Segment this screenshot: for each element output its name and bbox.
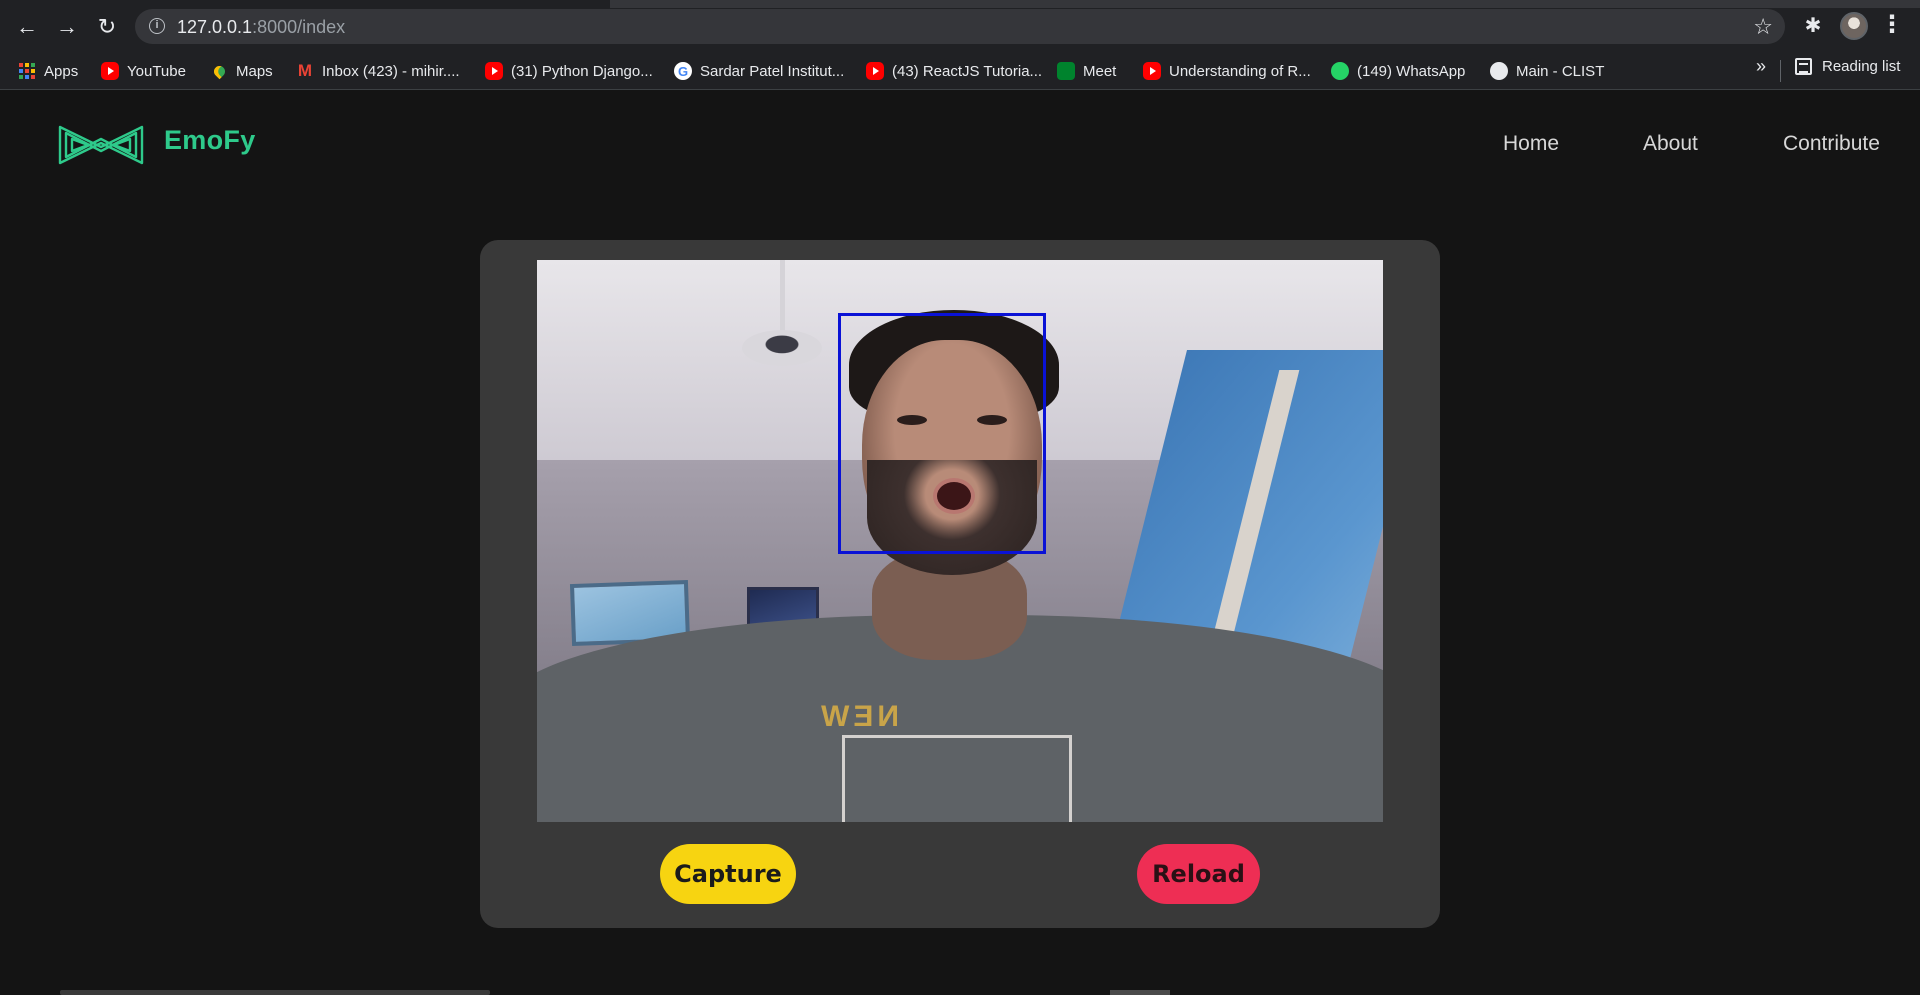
browser-toolbar: ← → ↻ i 127.0.0.1:8000/index ☆ ✱ ⋮: [0, 0, 1920, 52]
maps-pin-icon: [210, 62, 228, 80]
brand-name[interactable]: EmoFy: [164, 125, 256, 156]
bookmark-label: Apps: [44, 62, 79, 80]
address-bar[interactable]: i 127.0.0.1:8000/index ☆: [135, 9, 1785, 44]
reading-list-button[interactable]: Reading list: [1795, 58, 1900, 75]
horizontal-scrollbar[interactable]: [60, 990, 490, 995]
bookmark-star-icon[interactable]: ☆: [1753, 14, 1773, 40]
site-info-icon[interactable]: i: [149, 18, 165, 34]
page: EmoFy Home About Contribute NEW Capture: [0, 90, 1920, 995]
bookmark-label: Maps: [236, 62, 273, 80]
url-path: :8000/index: [252, 17, 346, 37]
reading-list-icon: [1795, 58, 1812, 75]
bookmark-sardar-patel[interactable]: G Sardar Patel Institut...: [674, 58, 844, 84]
capture-button[interactable]: Capture: [660, 844, 796, 904]
face-detection-box: [838, 313, 1046, 554]
nav-home-link[interactable]: Home: [1503, 132, 1559, 156]
apps-grid-icon: [18, 62, 36, 80]
scrollbar-thumb[interactable]: [1110, 990, 1170, 995]
youtube-icon: [485, 62, 503, 80]
gmail-icon: M: [297, 61, 313, 80]
bookmark-clist[interactable]: Main - CLIST: [1490, 58, 1604, 84]
bookmarks-divider: [1780, 60, 1781, 82]
nav-contribute-link[interactable]: Contribute: [1783, 132, 1880, 156]
meet-icon: [1057, 62, 1075, 80]
bookmark-label: Sardar Patel Institut...: [700, 62, 845, 80]
browser-menu-icon[interactable]: ⋮: [1880, 12, 1904, 40]
shirt-print-frame: [842, 735, 1072, 822]
bookmark-label: Main - CLIST: [1516, 62, 1605, 80]
back-icon[interactable]: ←: [12, 12, 42, 42]
bookmark-youtube[interactable]: YouTube: [101, 58, 186, 84]
bookmark-meet[interactable]: Meet: [1057, 58, 1116, 84]
bookmark-apps[interactable]: Apps: [18, 58, 78, 84]
ceiling-fan: [742, 330, 822, 366]
reload-button[interactable]: Reload: [1137, 844, 1260, 904]
emofy-logo-icon[interactable]: [58, 123, 144, 167]
bookmark-whatsapp[interactable]: (149) WhatsApp: [1331, 58, 1465, 84]
google-icon: G: [674, 62, 692, 80]
extensions-puzzle-icon[interactable]: ✱: [1800, 13, 1826, 39]
bookmark-python-django[interactable]: (31) Python Django...: [485, 58, 653, 84]
reload-page-icon[interactable]: ↻: [92, 12, 122, 42]
youtube-icon: [866, 62, 884, 80]
nav-about-link[interactable]: About: [1643, 132, 1698, 156]
profile-avatar[interactable]: [1840, 12, 1868, 40]
whatsapp-icon: [1331, 62, 1349, 80]
globe-icon: [1490, 62, 1508, 80]
url-text[interactable]: 127.0.0.1:8000/index: [177, 17, 345, 38]
shirt-print-text: NEW: [817, 700, 899, 733]
bookmark-label: (149) WhatsApp: [1357, 62, 1466, 80]
more-bookmarks-chevron[interactable]: »: [1756, 56, 1766, 77]
url-host: 127.0.0.1: [177, 17, 253, 37]
bookmark-reactjs[interactable]: (43) ReactJS Tutoria...: [866, 58, 1042, 84]
camera-card: NEW Capture Reload: [480, 240, 1440, 928]
webcam-feed: NEW: [537, 260, 1383, 822]
bookmarks-bar: Apps YouTube Maps M Inbox (423) - mihir.…: [0, 52, 1920, 90]
bookmark-label: Inbox (423) - mihir....: [322, 62, 460, 80]
bookmark-gmail-inbox[interactable]: M Inbox (423) - mihir....: [296, 58, 460, 84]
bookmark-label: Understanding of R...: [1169, 62, 1311, 80]
forward-icon[interactable]: →: [52, 12, 82, 42]
tab-strip: [0, 0, 1920, 8]
bookmark-label: (43) ReactJS Tutoria...: [892, 62, 1043, 80]
ceiling-fan-rod: [780, 260, 785, 332]
bookmark-label: YouTube: [127, 62, 186, 80]
youtube-icon: [101, 62, 119, 80]
reading-list-label: Reading list: [1822, 58, 1901, 75]
youtube-icon: [1143, 62, 1161, 80]
bookmark-maps[interactable]: Maps: [210, 58, 273, 84]
bookmark-label: Meet: [1083, 62, 1117, 80]
bookmark-label: (31) Python Django...: [511, 62, 653, 80]
bookmark-understanding[interactable]: Understanding of R...: [1143, 58, 1311, 84]
active-tab[interactable]: [0, 0, 610, 8]
